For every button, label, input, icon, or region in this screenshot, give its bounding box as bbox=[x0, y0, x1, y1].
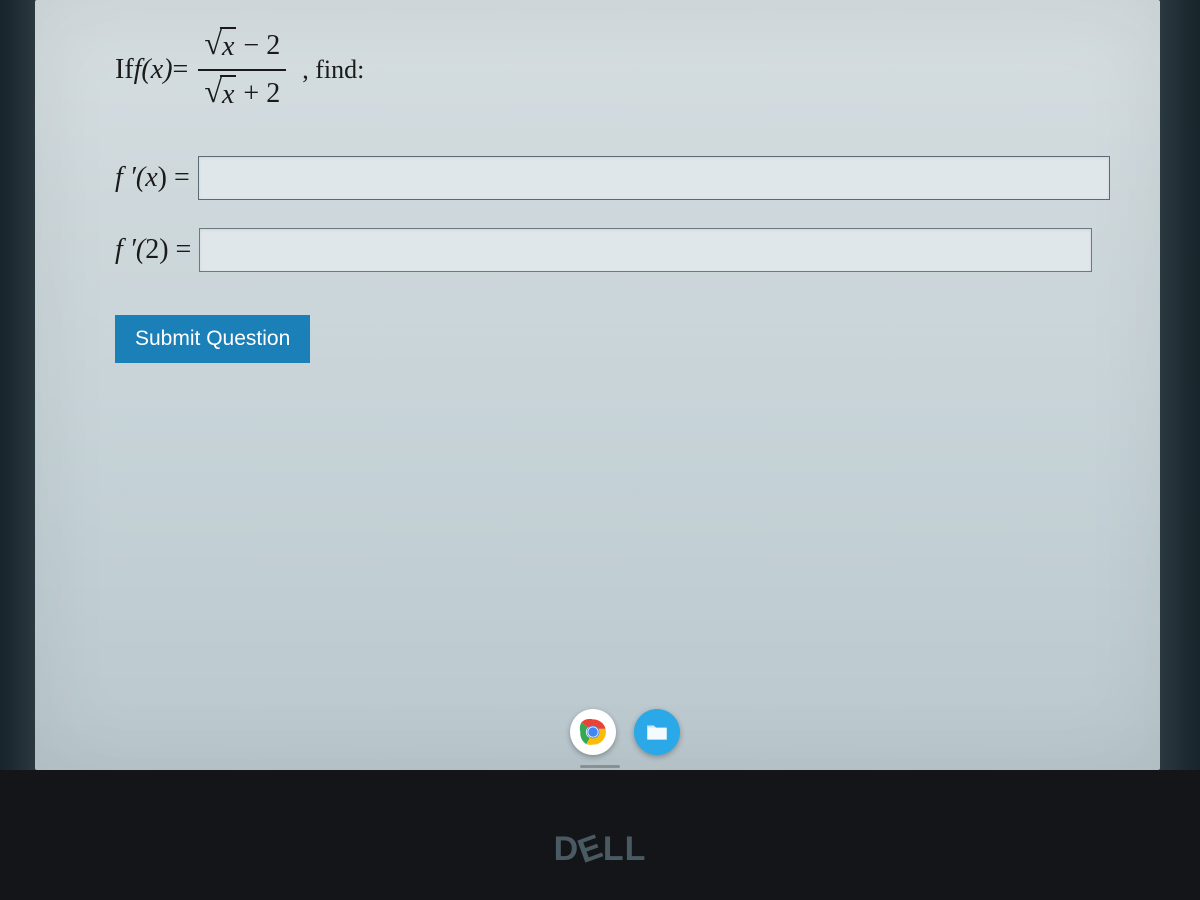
fraction-denominator: √ x + 2 bbox=[198, 73, 286, 115]
answer-input-fprime-x[interactable] bbox=[198, 156, 1110, 200]
screen-right-bezel bbox=[1160, 0, 1200, 770]
logo-ll: LL bbox=[603, 830, 647, 868]
label-prefix: f ′( bbox=[115, 162, 145, 193]
label-prefix: f ′( bbox=[115, 234, 145, 265]
sqrt-var: x bbox=[220, 75, 236, 113]
fraction-numerator: √ x − 2 bbox=[198, 25, 286, 67]
question-text: If f(x) = √ x − 2 √ x + 2 , find: bbox=[115, 25, 1110, 116]
label-arg: 2 bbox=[145, 234, 159, 265]
fraction-bar bbox=[198, 69, 286, 71]
question-fx: f(x) bbox=[134, 54, 173, 86]
taskbar-icons bbox=[570, 709, 680, 755]
label-suffix: ) = bbox=[158, 162, 190, 193]
numerator-op: − 2 bbox=[243, 30, 280, 61]
label-arg: x bbox=[145, 162, 157, 193]
sqrt-denominator: √ x bbox=[204, 75, 236, 113]
dell-logo: DELL bbox=[554, 830, 647, 869]
denominator-op: + 2 bbox=[243, 78, 280, 109]
sqrt-var: x bbox=[220, 27, 236, 65]
question-if: If bbox=[115, 54, 134, 86]
screen-left-bezel bbox=[0, 0, 35, 770]
chrome-svg bbox=[574, 713, 612, 751]
answer-row-fprime-2: f ′(2) = bbox=[115, 228, 1110, 272]
answer-row-fprime-x: f ′(x) = bbox=[115, 156, 1110, 200]
question-fraction: √ x − 2 √ x + 2 bbox=[198, 25, 286, 116]
question-equals: = bbox=[173, 54, 189, 86]
files-icon[interactable] bbox=[634, 709, 680, 755]
question-find: , find: bbox=[302, 55, 364, 85]
answer-label-fprime-2: f ′(2) = bbox=[115, 234, 191, 266]
folder-svg bbox=[644, 719, 670, 745]
answer-input-fprime-2[interactable] bbox=[199, 228, 1092, 272]
chrome-icon[interactable] bbox=[570, 709, 616, 755]
content-area: If f(x) = √ x − 2 √ x + 2 , find: bbox=[35, 0, 1160, 770]
answer-label-fprime-x: f ′(x) = bbox=[115, 162, 190, 194]
screen-bottom-bezel: DELL bbox=[0, 770, 1200, 900]
label-suffix: ) = bbox=[159, 234, 191, 265]
sqrt-numerator: √ x bbox=[204, 27, 236, 65]
submit-question-button[interactable]: Submit Question bbox=[115, 315, 310, 363]
taskbar-handle bbox=[580, 765, 620, 768]
